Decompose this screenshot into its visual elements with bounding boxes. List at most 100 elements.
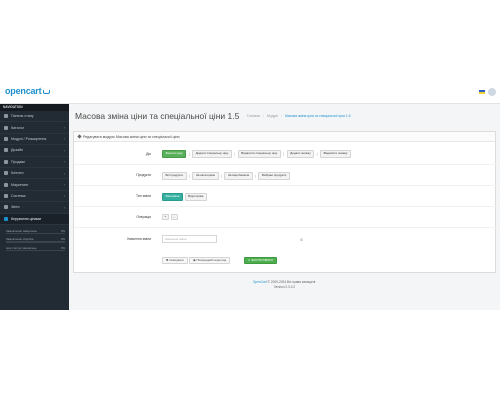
cancel-label: Скасувати bbox=[169, 258, 184, 262]
sidebar-item[interactable]: Модулі / Розширення › bbox=[0, 134, 69, 146]
selected-products-button[interactable]: Вибрані продукти bbox=[258, 172, 290, 180]
cancel-button[interactable]: ✖ Скасувати bbox=[162, 257, 188, 264]
chart-icon bbox=[4, 205, 8, 210]
stat-value: 0% bbox=[60, 228, 65, 233]
sidebar-item[interactable]: Звіти › bbox=[0, 202, 69, 214]
apply-button[interactable]: ✔ ЗАСТОСУВАТИ bbox=[244, 257, 277, 264]
sidebar-item-label: Панель стану bbox=[11, 114, 34, 119]
add-discount-button[interactable]: Додати знижку bbox=[286, 150, 315, 158]
page-header: Масова зміна ціни та спеціальної ціни 1.… bbox=[69, 104, 500, 131]
tag-icon bbox=[4, 125, 8, 130]
sidebar-item-label: Модулі / Розширення bbox=[11, 136, 47, 141]
top-bar: opencart bbox=[0, 78, 500, 104]
sidebar-item[interactable]: Керування цінами bbox=[0, 213, 69, 225]
by-manufacturer-button[interactable]: За виробником bbox=[224, 172, 253, 180]
sidebar-item[interactable]: Каталог › bbox=[0, 122, 69, 134]
main-content: Масова зміна ціни та спеціальної ціни 1.… bbox=[69, 104, 500, 310]
footer-version: Version 2.3.0.2 bbox=[273, 285, 296, 289]
breadcrumb-separator: › bbox=[262, 114, 264, 118]
change-type-options: Фіксована Відсоткова bbox=[162, 193, 207, 201]
language-flag-icon[interactable] bbox=[479, 90, 485, 94]
browser-viewport: opencart NAVIGATION Панель стану Каталог ›… bbox=[0, 78, 500, 310]
products-label: Продукти bbox=[136, 173, 151, 177]
cart-icon bbox=[4, 159, 8, 164]
change-price-button[interactable]: Змінити ціну bbox=[162, 150, 187, 158]
divider: | bbox=[316, 151, 318, 156]
stat-label: Замовлення завершено bbox=[6, 228, 38, 233]
monitor-icon bbox=[4, 148, 8, 153]
divider: | bbox=[255, 173, 256, 178]
divider: | bbox=[221, 173, 222, 178]
sidebar-item-label: Маркетинг bbox=[11, 182, 29, 187]
action-row: Дія Змінити ціну | Додати спеціальну цін… bbox=[74, 143, 497, 165]
sidebar-item[interactable]: Дизайн › bbox=[0, 145, 69, 157]
all-products-button[interactable]: Всі продукти bbox=[162, 172, 187, 180]
action-label: Дія bbox=[146, 152, 151, 156]
logo-text: opencart bbox=[5, 86, 42, 96]
panel-heading-text: Редагувати модуль Масова зміна ціни та с… bbox=[83, 135, 180, 139]
sidebar-item-label: Продажі bbox=[11, 159, 25, 164]
sidebar-item[interactable]: Система › bbox=[0, 191, 69, 203]
copyright-text: © 2009-2024 Всі права захищені. bbox=[266, 280, 317, 284]
sidebar-header: NAVIGATION bbox=[0, 104, 69, 111]
minus-button[interactable]: - bbox=[170, 214, 178, 220]
price-icon bbox=[4, 216, 8, 221]
change-value-input[interactable]: Значення зміни ⊞ bbox=[162, 235, 303, 243]
divider: | bbox=[189, 173, 190, 178]
opencart-link[interactable]: OpenCart bbox=[253, 280, 267, 284]
preview-button[interactable]: ◉ Попередній перегляд bbox=[189, 257, 231, 264]
stat-value: 0% bbox=[60, 245, 65, 250]
progress-bar bbox=[6, 249, 65, 252]
remove-special-price-button[interactable]: Видалити спеціальну ціну bbox=[237, 150, 281, 158]
percent-type-button[interactable]: Відсоткова bbox=[184, 193, 207, 201]
progress-bar bbox=[6, 241, 65, 243]
breadcrumb-separator: › bbox=[280, 114, 283, 118]
by-category-button[interactable]: За категорією bbox=[192, 172, 219, 180]
calculator-icon[interactable]: ⊞ bbox=[300, 237, 303, 243]
avatar[interactable] bbox=[488, 88, 496, 96]
chevron-right-icon: › bbox=[63, 147, 65, 153]
apply-label: ЗАСТОСУВАТИ bbox=[251, 258, 273, 262]
dashboard-icon bbox=[4, 114, 8, 119]
sidebar-item[interactable]: Клієнти › bbox=[0, 168, 69, 180]
sidebar-item[interactable]: Маркетинг › bbox=[0, 179, 69, 191]
gear-icon bbox=[4, 193, 8, 198]
edit-module-panel: Редагувати модуль Масова зміна ціни та с… bbox=[73, 131, 497, 273]
breadcrumb-modules[interactable]: Модулі bbox=[267, 114, 278, 118]
operation-row: Операція + - bbox=[74, 207, 497, 228]
change-value-placeholder: Значення зміни bbox=[165, 237, 187, 241]
order-stat: Замовлення завершено 0% bbox=[6, 229, 65, 235]
share-icon bbox=[4, 182, 8, 187]
chevron-right-icon: › bbox=[63, 170, 65, 176]
remove-discount-button[interactable]: Видалити знижку bbox=[320, 150, 352, 158]
opencart-logo[interactable]: opencart bbox=[5, 86, 51, 96]
chevron-right-icon: › bbox=[63, 136, 65, 142]
breadcrumb-home[interactable]: Головна bbox=[247, 114, 260, 118]
sidebar-menu: Панель стану Каталог › Модулі / Розширення ›… bbox=[0, 111, 69, 225]
fixed-type-button[interactable]: Фіксована bbox=[162, 193, 184, 201]
add-special-price-button[interactable]: Додати спеціальну ціну bbox=[192, 150, 232, 158]
sidebar-item[interactable]: Панель стану bbox=[0, 111, 69, 123]
sidebar: NAVIGATION Панель стану Каталог › Модулі / … bbox=[0, 104, 69, 310]
plus-button[interactable]: + bbox=[162, 214, 169, 220]
breadcrumb-current[interactable]: Масова зміна ціни та спеціальної ціни 1.… bbox=[285, 114, 351, 118]
navigation-label: NAVIGATION bbox=[3, 105, 23, 109]
change-type-row: Тип зміни Фіксована Відсоткова bbox=[74, 186, 497, 207]
order-stat: Інші статуси замовлень 0% bbox=[6, 246, 65, 252]
change-type-label: Тип зміни bbox=[136, 194, 151, 198]
sidebar-item-label: Каталог bbox=[11, 125, 25, 130]
divider: | bbox=[234, 151, 236, 156]
order-stat: Замовлення обробка 0% bbox=[6, 237, 65, 243]
user-icon bbox=[4, 171, 8, 176]
sidebar-stats: Замовлення завершено 0% Замовлення обробка… bbox=[0, 225, 69, 252]
footer: OpenCart © 2009-2024 Всі права захищені.… bbox=[69, 280, 500, 290]
chevron-right-icon: › bbox=[63, 193, 65, 199]
page-title: Масова зміна ціни та спеціальної ціни 1.… bbox=[75, 111, 240, 121]
progress-bar bbox=[6, 232, 65, 235]
chevron-right-icon: › bbox=[63, 182, 65, 188]
sidebar-item[interactable]: Продажі › bbox=[0, 157, 69, 168]
operation-label: Операція bbox=[136, 215, 151, 219]
chevron-right-icon: › bbox=[63, 125, 65, 131]
divider: | bbox=[283, 151, 285, 156]
sidebar-item-label: Система bbox=[11, 193, 26, 198]
